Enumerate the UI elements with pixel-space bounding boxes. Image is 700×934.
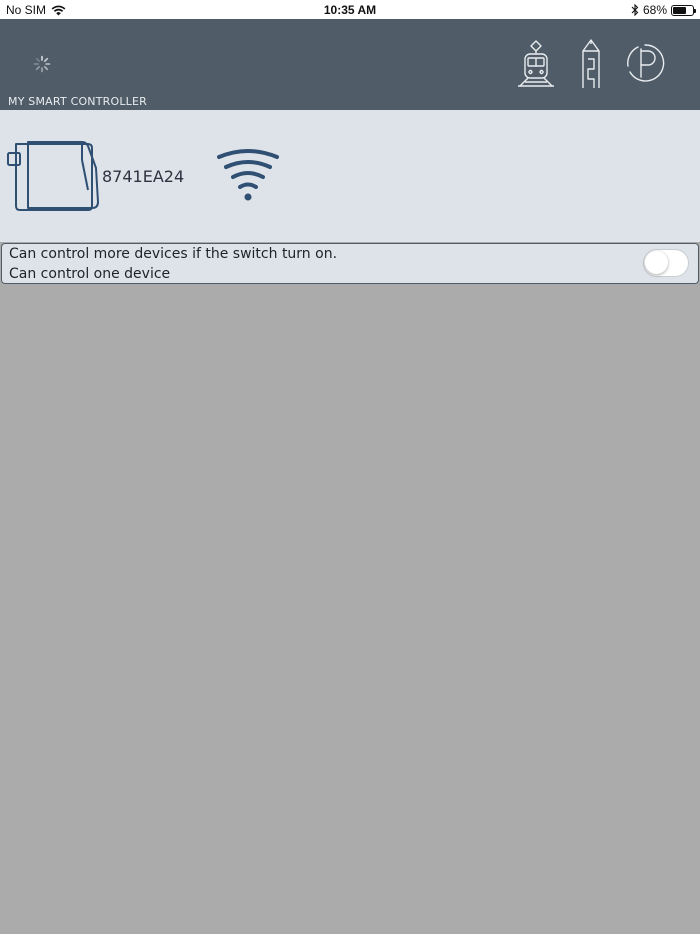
option-status: Can control one device <box>9 266 171 282</box>
wifi-status-icon <box>51 5 66 15</box>
multi-device-option-row: Can control more devices if the switch t… <box>1 243 699 284</box>
bluetooth-icon <box>631 4 639 16</box>
wifi-icon <box>215 147 281 207</box>
multi-device-toggle[interactable] <box>643 249 689 277</box>
controller-device-icon[interactable] <box>6 140 101 216</box>
status-bar: No SIM 10:35 AM 68% <box>0 0 700 19</box>
status-right: 68% <box>631 3 696 17</box>
page-title: MY SMART CONTROLLER <box>8 95 148 108</box>
option-description: Can control more devices if the switch t… <box>9 246 338 262</box>
status-left: No SIM <box>6 3 66 17</box>
app-header: MY SMART CONTROLLER <box>0 19 700 110</box>
battery-percent: 68% <box>642 3 667 17</box>
carrier-label: No SIM <box>6 3 47 17</box>
battery-fill <box>673 6 686 14</box>
tram-icon[interactable] <box>516 39 556 89</box>
clock: 10:35 AM <box>323 3 377 17</box>
battery-icon <box>671 4 696 16</box>
device-id-label: 8741EA24 <box>102 167 185 186</box>
loading-spinner-icon <box>33 55 51 73</box>
device-panel: 8741EA24 <box>0 110 700 242</box>
parking-icon[interactable] <box>624 39 666 89</box>
tower-icon[interactable] <box>578 39 604 89</box>
toggle-knob[interactable] <box>645 251 668 274</box>
